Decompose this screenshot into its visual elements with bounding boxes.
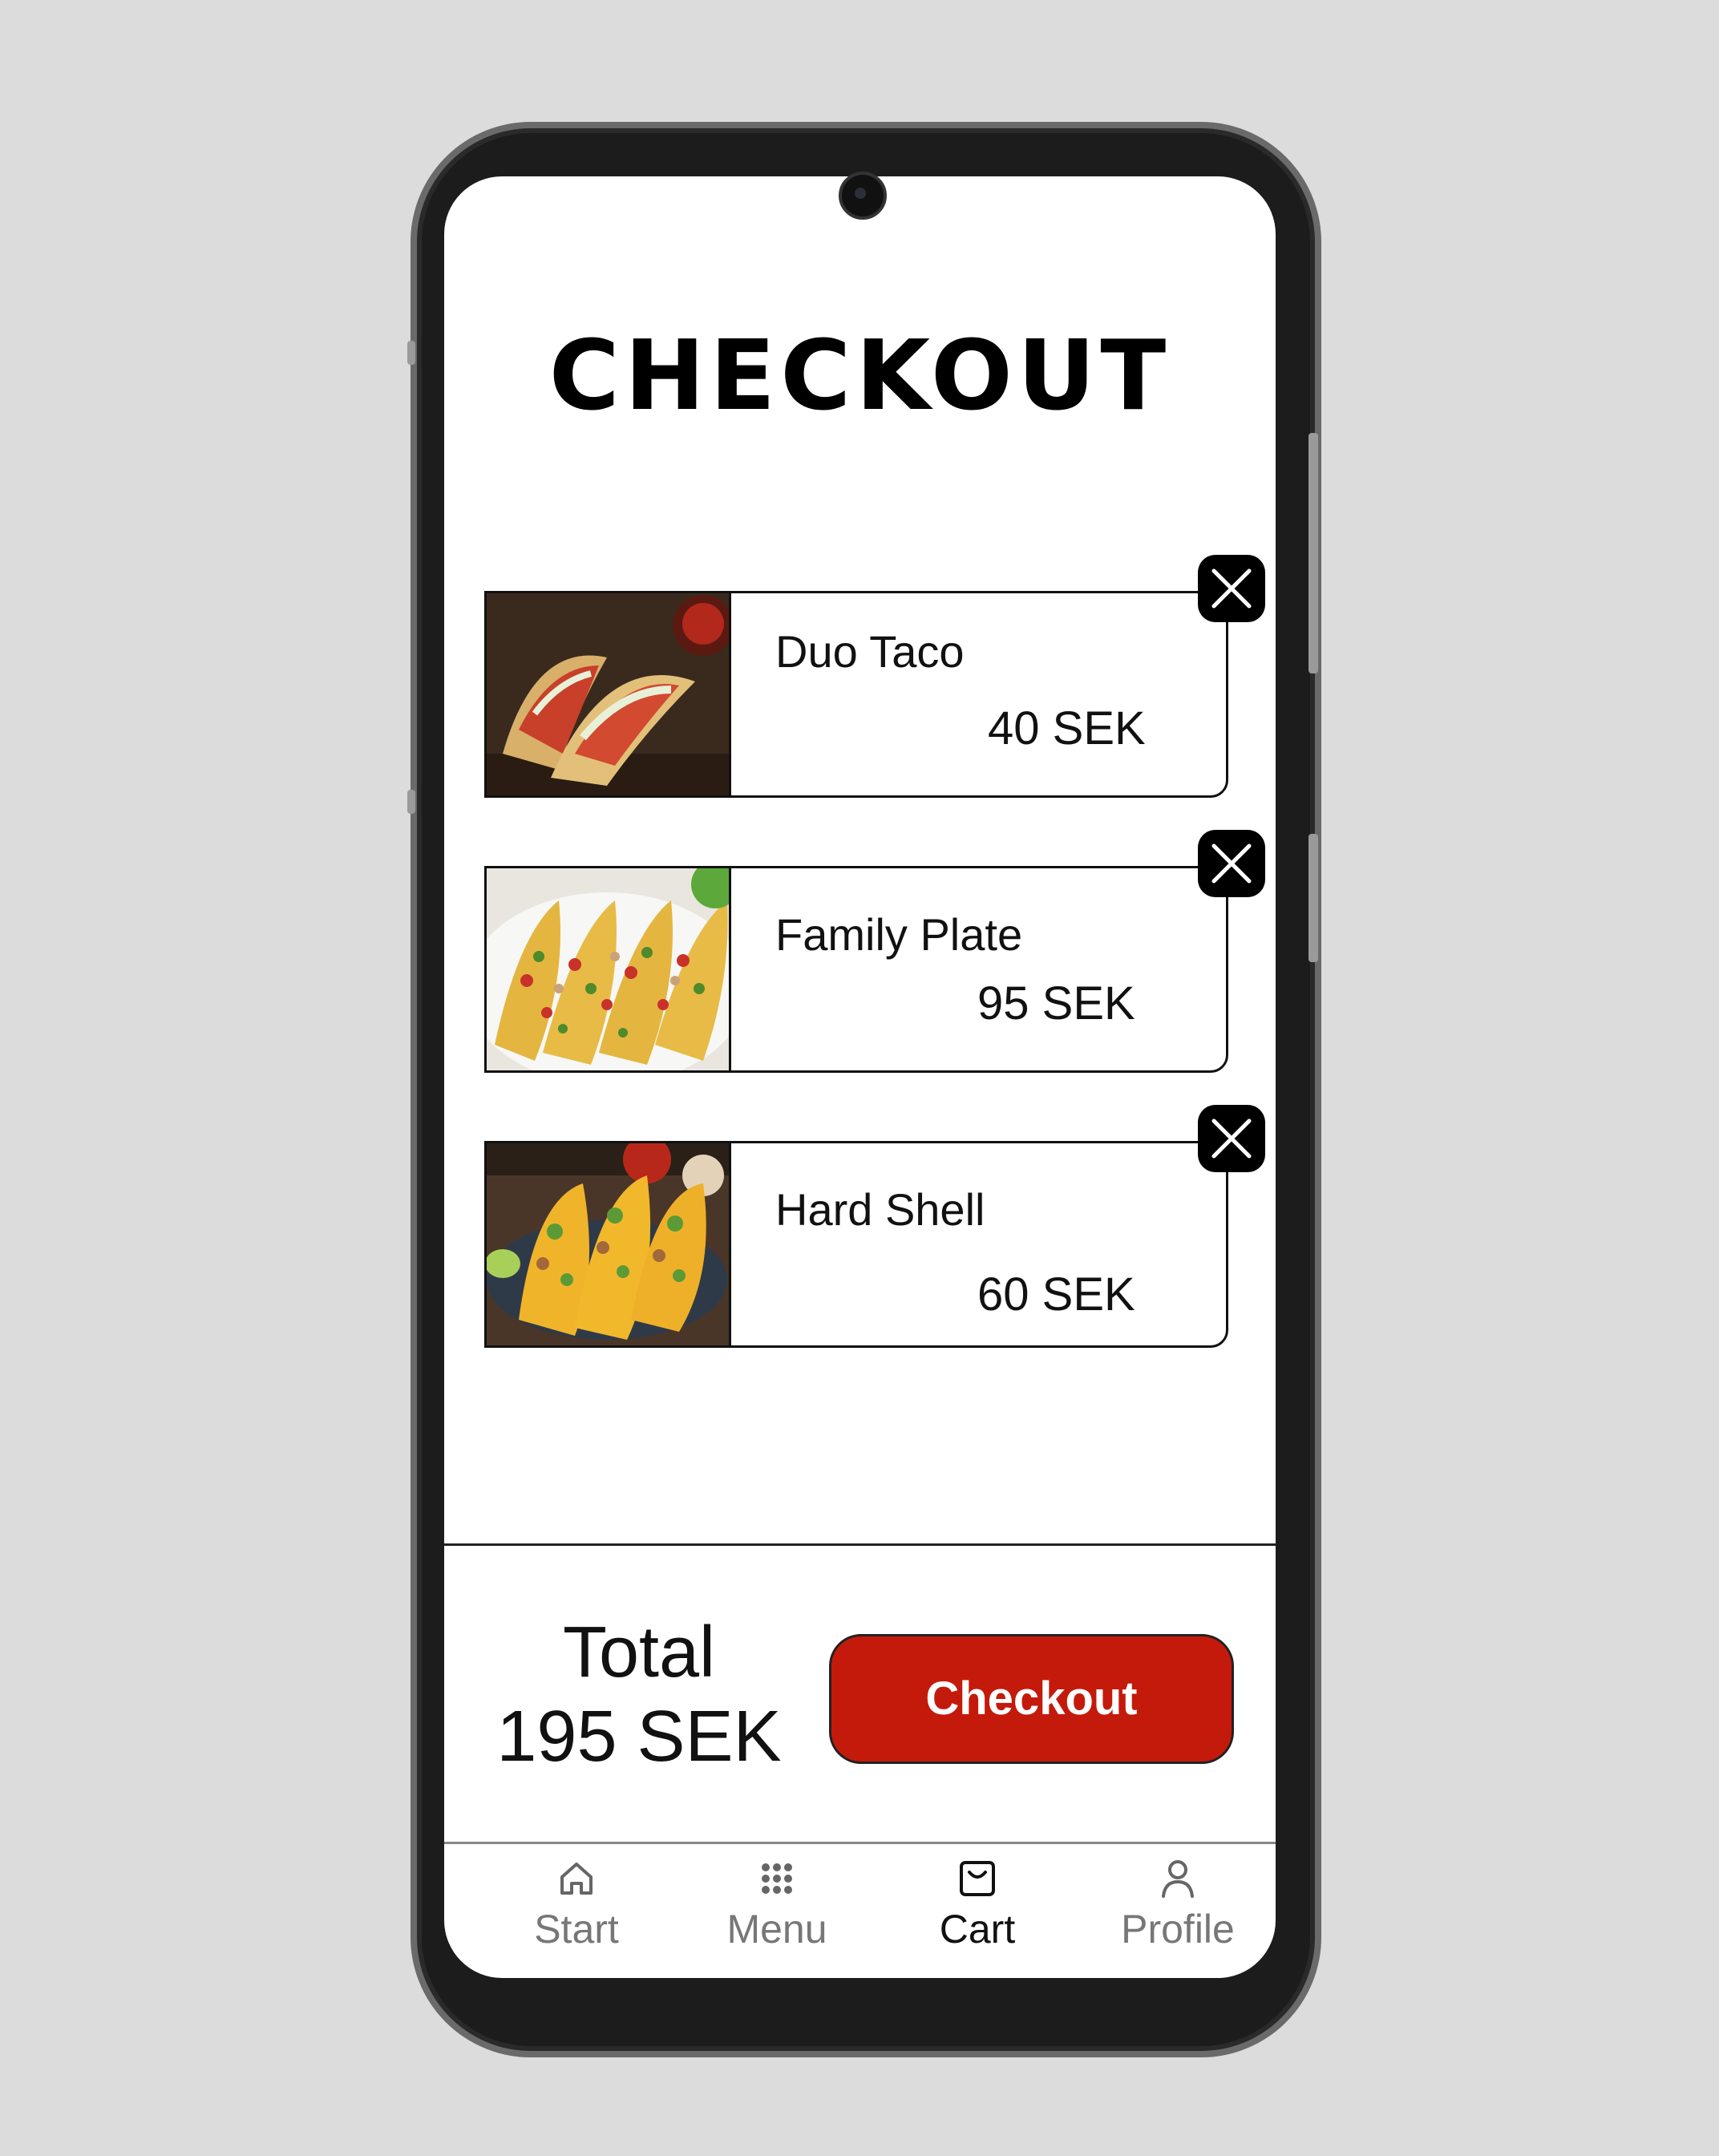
nav-label: Profile [1121,1907,1235,1952]
app-screen: CHECKOUT Duo Taco 40 SEK Family Plate 95… [444,176,1276,1978]
user-icon [1162,1860,1194,1898]
close-icon [1211,843,1252,884]
grid-icon [762,1863,792,1894]
food-image [487,593,731,795]
side-button [407,790,415,814]
close-icon [1211,1118,1252,1159]
section-divider [444,1543,1276,1546]
side-button [407,341,415,365]
item-name: Family Plate [775,909,1023,960]
food-image [487,1143,731,1345]
cart-item-card: Family Plate 95 SEK [484,866,1228,1073]
nav-divider [444,1842,1276,1844]
total-label: Total [562,1612,716,1693]
total-value: 195 SEK [496,1697,782,1777]
nav-label: Cart [939,1907,1016,1952]
nav-label: Start [534,1907,619,1952]
side-button [1308,834,1318,962]
cart-item-card: Hard Shell 60 SEK [484,1141,1228,1348]
close-icon [1211,568,1252,609]
front-camera [839,172,887,220]
remove-item-button[interactable] [1198,830,1265,897]
nav-item-cart[interactable]: Cart [877,1856,1078,1952]
remove-item-button[interactable] [1198,555,1265,622]
item-name: Duo Taco [775,626,965,677]
bag-icon [960,1861,995,1896]
nav-item-profile[interactable]: Profile [1078,1856,1276,1952]
remove-item-button[interactable] [1198,1105,1265,1172]
item-price: 60 SEK [977,1268,1135,1321]
item-price: 95 SEK [977,977,1135,1029]
home-icon [560,1863,593,1895]
nav-item-start[interactable]: Start [476,1856,677,1952]
checkout-button[interactable]: Checkout [829,1634,1234,1764]
cart-item-card: Duo Taco 40 SEK [484,591,1228,798]
item-name: Hard Shell [775,1184,985,1235]
item-price: 40 SEK [988,702,1146,754]
nav-label: Menu [726,1907,827,1952]
page-title: CHECKOUT [548,321,1171,432]
nav-item-menu[interactable]: Menu [677,1856,877,1952]
side-button [1308,433,1318,673]
food-image [487,868,731,1070]
